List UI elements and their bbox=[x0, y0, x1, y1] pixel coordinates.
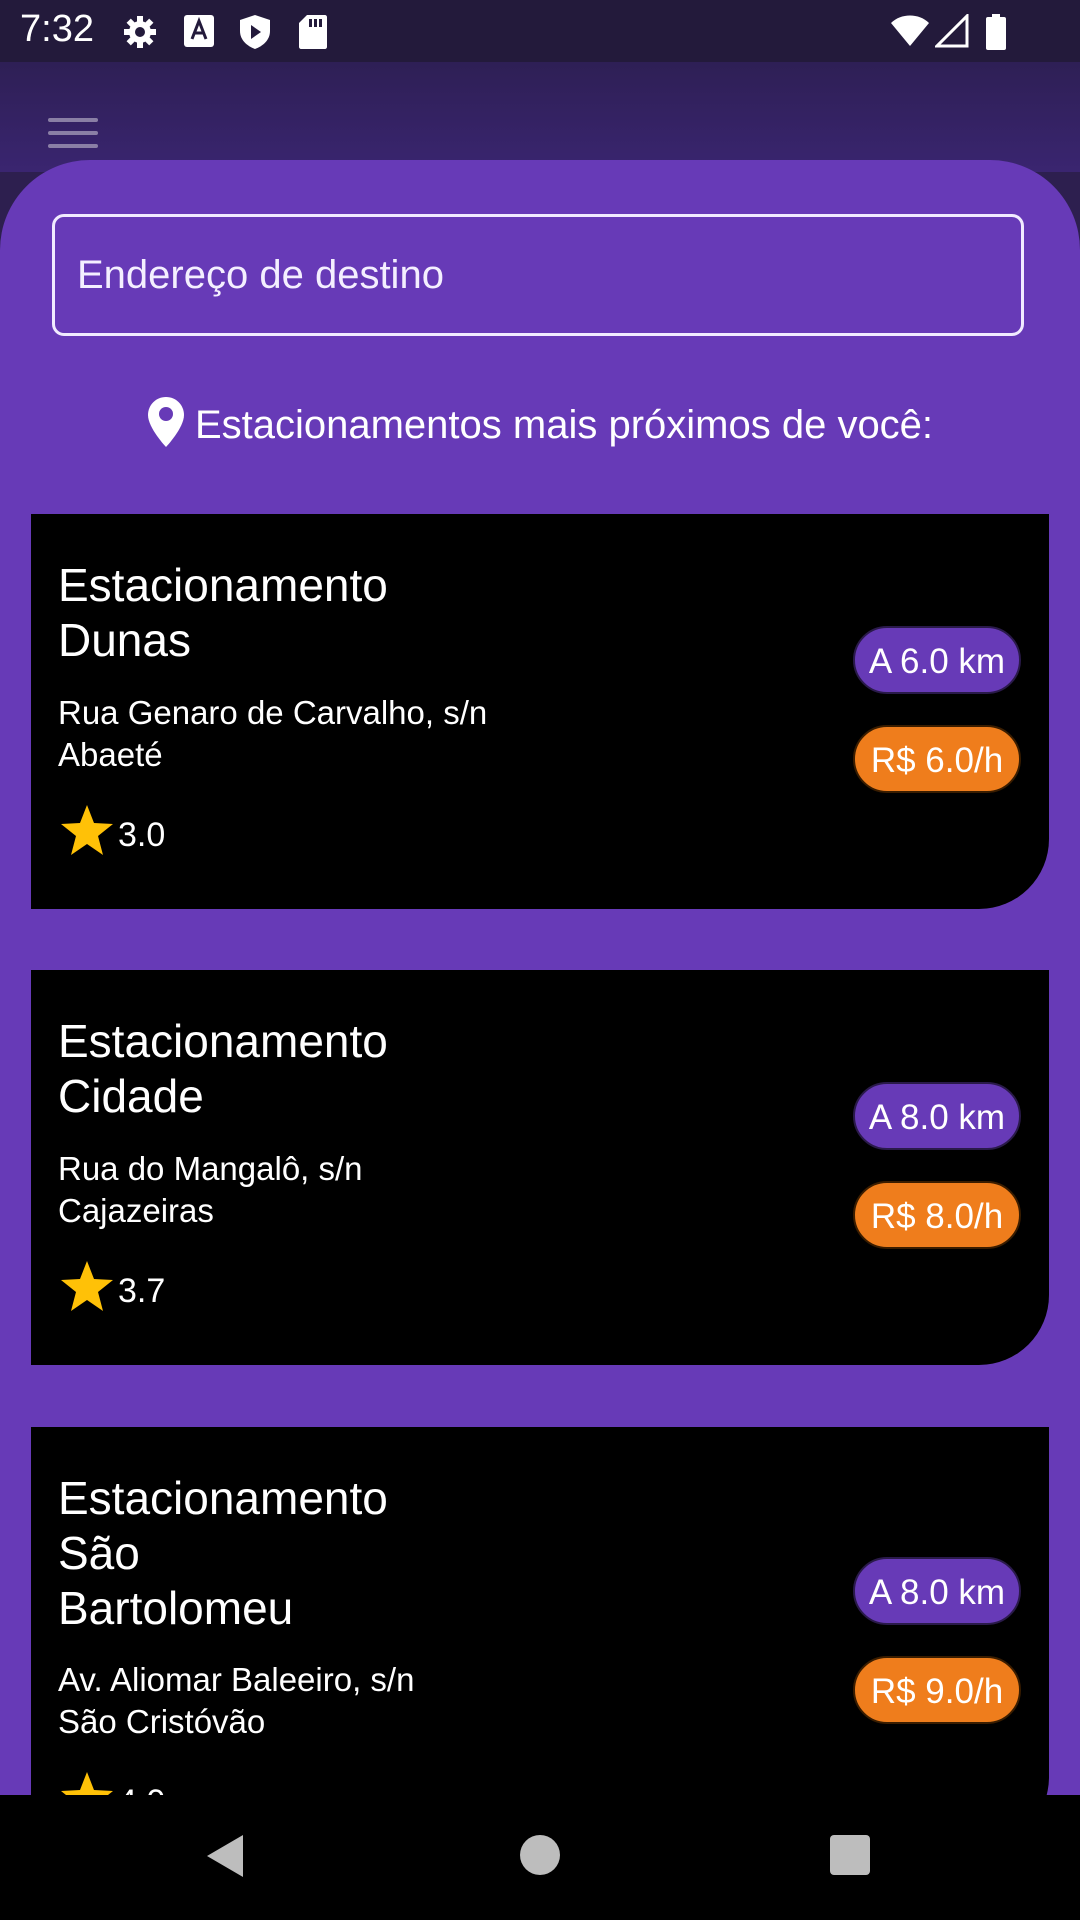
app-bar bbox=[0, 62, 1080, 172]
nearby-heading-text: Estacionamentos mais próximos de você: bbox=[194, 403, 934, 447]
sd-card-icon bbox=[299, 15, 327, 49]
parking-card[interactable]: Estacionamento Cidade Rua do Mangalô, s/… bbox=[31, 970, 1049, 1365]
shield-play-icon bbox=[240, 15, 270, 49]
settings-icon bbox=[124, 16, 156, 48]
status-time: 7:32 bbox=[20, 8, 94, 50]
price-badge: R$ 9.0/h bbox=[853, 1656, 1021, 1724]
status-bar: 7:32 bbox=[0, 0, 1080, 62]
nearby-heading: Estacionamentos mais próximos de você: bbox=[0, 396, 1080, 448]
parking-rating: 3.7 bbox=[60, 1260, 165, 1312]
parking-address: Av. Aliomar Baleeiro, s/n São Cristóvão bbox=[58, 1661, 415, 1740]
main-sheet: Estacionamentos mais próximos de você: E… bbox=[0, 160, 1080, 1795]
navigation-bar bbox=[0, 1795, 1080, 1920]
text-recognition-icon bbox=[184, 15, 214, 47]
parking-name: Estacionamento São Bartolomeu bbox=[58, 1472, 388, 1634]
battery-icon bbox=[986, 14, 1006, 50]
parking-address: Rua Genaro de Carvalho, s/n Abaeté bbox=[58, 694, 488, 773]
parking-name: Estacionamento Cidade bbox=[58, 1015, 388, 1122]
home-icon[interactable] bbox=[520, 1835, 560, 1875]
parking-card[interactable]: Estacionamento São Bartolomeu Av. Alioma… bbox=[31, 1427, 1049, 1795]
star-icon bbox=[61, 1772, 113, 1795]
star-icon bbox=[61, 805, 113, 855]
star-icon bbox=[61, 1261, 113, 1311]
price-badge: R$ 6.0/h bbox=[853, 725, 1021, 793]
parking-address: Rua do Mangalô, s/n Cajazeiras bbox=[58, 1150, 363, 1229]
wifi-icon bbox=[891, 15, 929, 46]
distance-badge: A 8.0 km bbox=[853, 1082, 1021, 1150]
recents-icon[interactable] bbox=[830, 1835, 870, 1875]
distance-badge: A 8.0 km bbox=[853, 1557, 1021, 1625]
distance-badge: A 6.0 km bbox=[853, 626, 1021, 694]
location-pin-icon bbox=[147, 397, 184, 447]
price-badge: R$ 8.0/h bbox=[853, 1181, 1021, 1249]
signal-icon bbox=[935, 14, 969, 48]
destination-address-input[interactable] bbox=[52, 214, 1024, 336]
back-icon[interactable] bbox=[205, 1833, 245, 1879]
parking-name: Estacionamento Dunas bbox=[58, 559, 388, 666]
menu-icon[interactable] bbox=[48, 118, 98, 154]
parking-card[interactable]: Estacionamento Dunas Rua Genaro de Carva… bbox=[31, 514, 1049, 909]
parking-rating: 3.0 bbox=[60, 804, 165, 856]
parking-rating: 4.0 bbox=[60, 1771, 165, 1795]
